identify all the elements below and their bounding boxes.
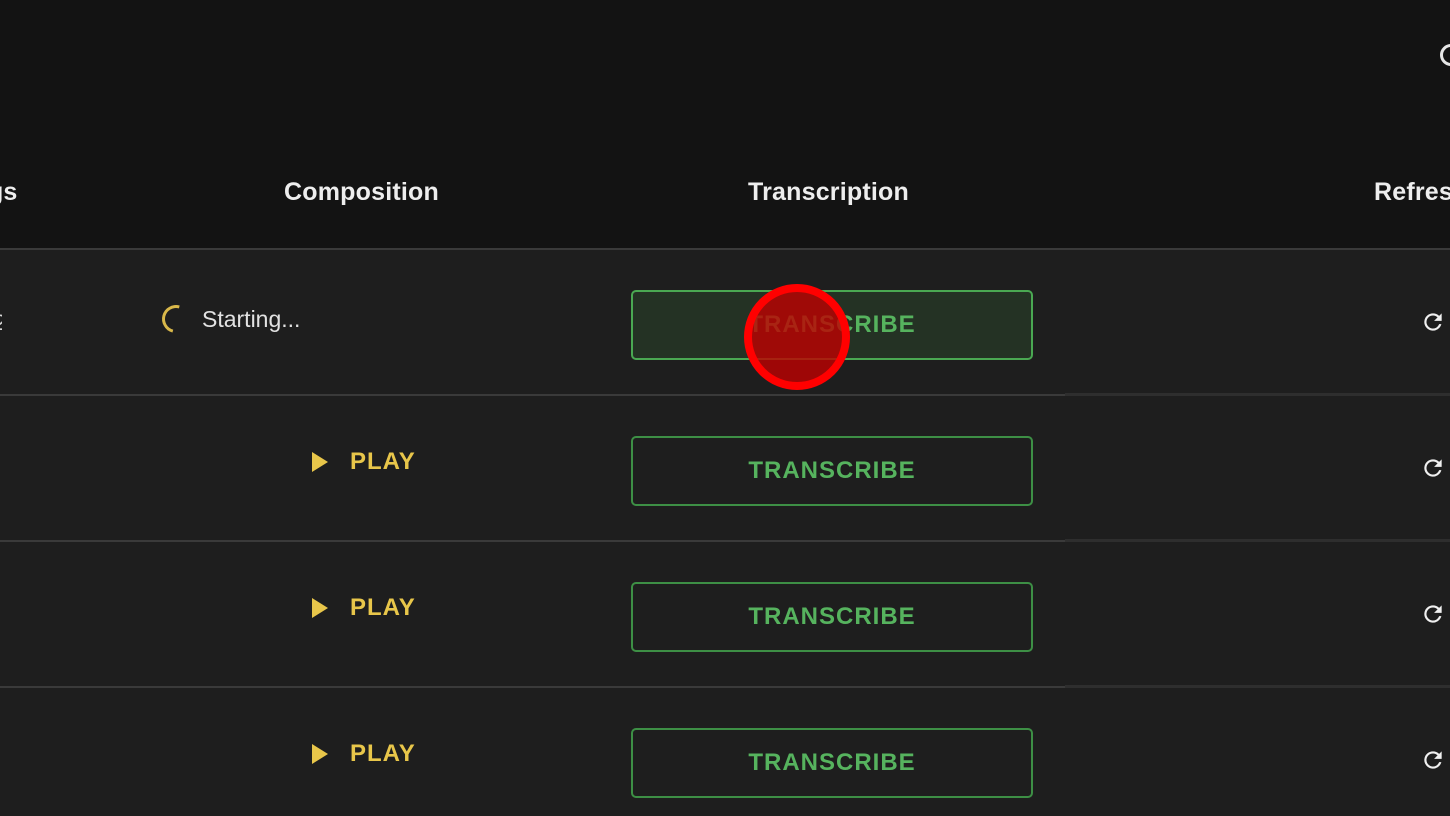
transcribe-button[interactable]: TRANSCRIBE xyxy=(631,436,1033,506)
play-button[interactable]: PLAY xyxy=(312,594,416,622)
header-refresh[interactable]: Refresh xyxy=(1374,178,1450,207)
spinner-icon xyxy=(156,299,196,339)
recordings-table: Recordings Composition Transcription Ref… xyxy=(0,140,1450,816)
top-bar xyxy=(0,0,1450,140)
app-viewport: Recordings Composition Transcription Ref… xyxy=(0,0,1450,816)
refresh-icon[interactable] xyxy=(1420,455,1446,481)
play-icon xyxy=(312,452,328,472)
transcribe-button[interactable]: TRANSCRIBE xyxy=(631,728,1033,798)
account-icon[interactable] xyxy=(1440,44,1450,66)
composition-status-text: Starting... xyxy=(202,305,301,332)
transcribe-button[interactable]: TRANSCRIBE xyxy=(631,290,1033,360)
play-label: PLAY xyxy=(350,448,416,475)
recording-cell: 2 xyxy=(0,310,2,334)
table-header-row: Recordings Composition Transcription Ref… xyxy=(0,140,1450,250)
play-icon xyxy=(312,744,328,764)
play-label: PLAY xyxy=(350,740,416,767)
header-recordings[interactable]: Recordings xyxy=(0,178,18,207)
composition-status: Starting... xyxy=(156,299,301,339)
play-label: PLAY xyxy=(350,594,416,621)
play-button[interactable]: PLAY xyxy=(312,448,416,476)
transcribe-button[interactable]: TRANSCRIBE xyxy=(631,582,1033,652)
play-button[interactable]: PLAY xyxy=(312,740,416,768)
table-row: 2 Starting... TRANSCRIBE xyxy=(0,250,1450,396)
refresh-icon[interactable] xyxy=(1420,747,1446,773)
refresh-icon[interactable] xyxy=(1420,309,1446,335)
header-composition[interactable]: Composition xyxy=(284,178,439,207)
header-transcription[interactable]: Transcription xyxy=(748,178,909,207)
table-row: PLAY TRANSCRIBE xyxy=(0,688,1450,816)
table-row: PLAY TRANSCRIBE xyxy=(0,396,1450,542)
table-row: PLAY TRANSCRIBE xyxy=(0,542,1450,688)
refresh-icon[interactable] xyxy=(1420,601,1446,627)
play-icon xyxy=(312,598,328,618)
